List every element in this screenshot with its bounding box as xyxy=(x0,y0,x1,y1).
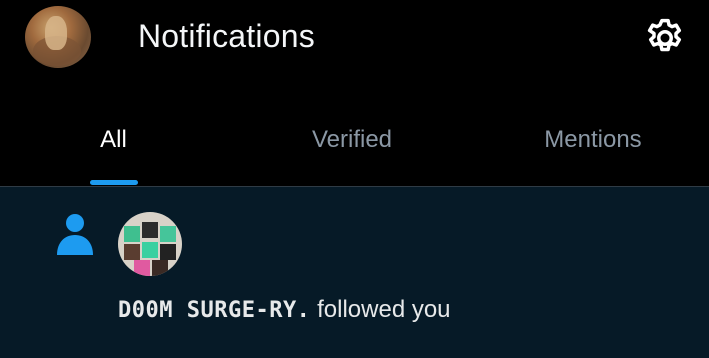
avatar-tile xyxy=(160,244,176,260)
avatar-figure xyxy=(45,16,67,50)
notification-tabs: All Verified Mentions xyxy=(0,92,709,187)
avatar-tile xyxy=(152,260,168,276)
tab-all-label: All xyxy=(100,125,127,153)
profile-avatar[interactable] xyxy=(25,6,91,68)
follower-name[interactable]: D00M SURGE-RY. xyxy=(118,298,310,323)
follower-avatar[interactable] xyxy=(118,212,182,276)
person-icon xyxy=(57,214,93,255)
avatar-tile xyxy=(142,222,158,238)
page-title: Notifications xyxy=(138,18,315,54)
avatar-tile xyxy=(124,244,140,260)
avatar-tile xyxy=(124,226,140,242)
avatar-tile xyxy=(134,260,150,276)
tab-all[interactable]: All xyxy=(0,92,227,187)
notification-text: D00M SURGE-RY. followed you xyxy=(118,296,451,324)
top-app-bar: Notifications xyxy=(0,0,709,92)
tab-mentions-label: Mentions xyxy=(544,125,642,153)
settings-button[interactable] xyxy=(641,14,689,62)
avatar-tile xyxy=(142,242,158,258)
avatar-tile xyxy=(160,226,176,242)
tab-verified[interactable]: Verified xyxy=(227,92,477,187)
notification-item[interactable] xyxy=(0,187,709,358)
tab-mentions[interactable]: Mentions xyxy=(477,92,709,187)
tab-verified-label: Verified xyxy=(311,125,393,153)
notification-action: followed you xyxy=(310,296,451,323)
active-tab-indicator xyxy=(90,180,138,185)
gear-icon xyxy=(647,18,682,52)
